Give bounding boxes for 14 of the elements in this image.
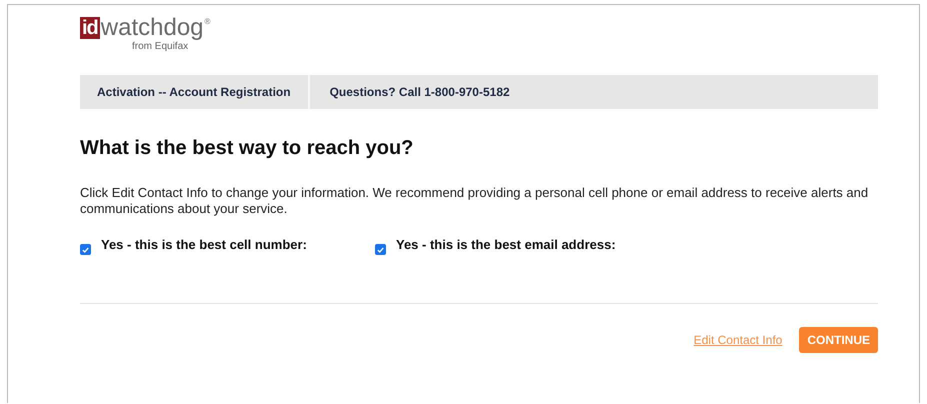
intro-text: Click Edit Contact Info to change your information. We recommend providing a personal cell phone or email address to receive alerts and communications about your service.	[80, 185, 870, 217]
checkbox[interactable]	[80, 244, 91, 255]
header-label: Activation -- Account Registration	[80, 75, 310, 109]
header-label: Questions? Call 1-800-970-5182	[328, 84, 511, 101]
logo-mark: id	[80, 17, 100, 39]
registered-mark: ®	[204, 17, 210, 26]
edit-contact-link[interactable]: Edit Contact Info	[694, 333, 782, 347]
checkbox[interactable]	[375, 244, 386, 255]
checkbox-label: Yes - this is the best cell number:	[101, 237, 307, 252]
logo-name: watchdog	[100, 17, 204, 39]
continue-button[interactable]: CONTINUE	[799, 327, 878, 353]
page-heading: What is the best way to reach you?	[80, 137, 414, 160]
checkbox-label: Yes - this is the best email address:	[396, 237, 616, 252]
logo-tagline: from Equifax	[132, 41, 188, 52]
